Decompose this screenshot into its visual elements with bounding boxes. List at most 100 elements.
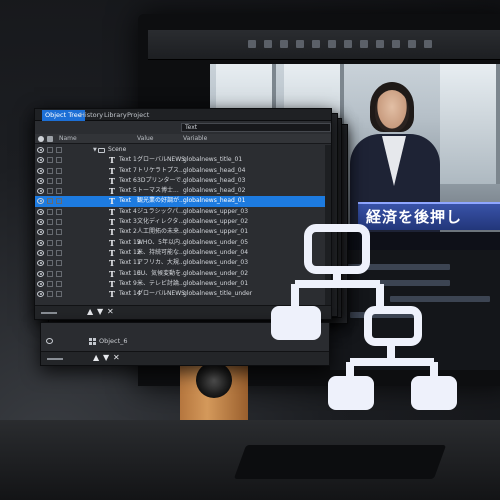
checkbox-icon[interactable] (56, 208, 62, 215)
tree-row[interactable]: T Text 1 グローバルNEWS globalnews_title_01 (35, 155, 325, 165)
lock-icon[interactable] (47, 229, 53, 236)
checkbox-icon[interactable] (56, 177, 62, 184)
eye-icon[interactable] (37, 270, 44, 277)
lock-icon[interactable] (47, 270, 53, 277)
grid-icon (89, 338, 96, 345)
tree-row[interactable]: T Text 7 トリケラトプス... globalnews_head_04 (35, 166, 325, 176)
text-icon: T (109, 237, 115, 248)
row-variable: globalnews_title_under (183, 290, 253, 298)
lock-icon[interactable] (47, 136, 53, 142)
close-button[interactable]: ✕ (107, 307, 114, 316)
checkbox-icon[interactable] (56, 219, 62, 226)
row-variable: globalnews_under_04 (183, 248, 249, 256)
row-variable: globalnews_upper_01 (183, 228, 249, 236)
scene-label: Scene (108, 146, 127, 153)
column-variable[interactable]: Variable (183, 134, 207, 144)
eye-icon[interactable] (37, 147, 44, 153)
row-value: 米、持続可能な... (137, 248, 185, 256)
move-up-button[interactable]: ▲ (93, 353, 99, 362)
collapse-bar-icon[interactable] (47, 358, 63, 360)
text-icon: T (109, 227, 115, 238)
eye-icon[interactable] (46, 338, 53, 344)
eye-icon[interactable] (37, 291, 44, 298)
speaker-cone (196, 362, 232, 398)
folder-icon (98, 148, 105, 153)
eye-icon[interactable] (37, 188, 44, 195)
eye-icon[interactable] (37, 219, 44, 226)
eye-icon[interactable] (37, 229, 44, 236)
checkbox-icon[interactable] (56, 229, 62, 236)
eye-icon[interactable] (37, 249, 44, 256)
tree-row[interactable]: T Text 6 3Dプリンターで... globalnews_head_03 (35, 176, 325, 186)
row-variable: globalnews_head_01 (183, 197, 246, 205)
hierarchy-icon (271, 224, 457, 410)
eye-icon[interactable] (37, 157, 44, 164)
close-button[interactable]: ✕ (113, 353, 120, 362)
lock-icon[interactable] (47, 280, 53, 287)
row-value: 観光業の好調が... (137, 197, 185, 205)
lock-icon[interactable] (47, 167, 53, 174)
text-icon: T (109, 206, 115, 217)
lock-icon[interactable] (47, 260, 53, 267)
lock-icon[interactable] (47, 239, 53, 246)
lock-icon[interactable] (47, 177, 53, 184)
eye-icon[interactable] (37, 280, 44, 287)
move-down-button[interactable]: ▼ (103, 353, 109, 362)
row-value: 米、テレビ討論... (137, 279, 185, 287)
row-value: グローバルNEWS (137, 290, 185, 298)
lock-icon[interactable] (47, 147, 53, 153)
checkbox-icon[interactable] (56, 239, 62, 246)
tab-project[interactable]: Project (124, 110, 152, 121)
row-variable: globalnews_upper_02 (183, 218, 249, 226)
eye-icon[interactable] (37, 260, 44, 267)
checkbox-icon[interactable] (56, 280, 62, 287)
text-icon: T (109, 278, 115, 289)
checkbox-icon[interactable] (56, 188, 62, 195)
lock-icon[interactable] (47, 157, 53, 164)
checkbox-icon[interactable] (56, 260, 62, 267)
checkbox-icon[interactable] (56, 198, 62, 205)
lock-icon[interactable] (47, 198, 53, 205)
checkbox-icon[interactable] (56, 249, 62, 256)
row-value: トーマス博士... (137, 187, 179, 195)
eye-icon[interactable] (37, 167, 44, 174)
checkbox-icon[interactable] (56, 167, 62, 174)
row-value: グローバルNEWS (137, 156, 185, 164)
row-value: WHO、5年以内... (137, 238, 185, 246)
collapse-bar-icon[interactable] (41, 312, 57, 314)
tree-row-scene[interactable]: ▼ Scene (35, 145, 325, 155)
row-name: Text 1 (119, 156, 137, 164)
eye-icon[interactable] (37, 239, 44, 246)
column-name[interactable]: Name (59, 134, 77, 144)
lock-icon[interactable] (47, 291, 53, 298)
row-name: Text 5 (119, 187, 137, 195)
row-name: Text 3 (119, 218, 137, 226)
text-icon: T (109, 268, 115, 279)
checkbox-icon[interactable] (56, 147, 62, 153)
eye-icon[interactable] (37, 208, 44, 215)
row-variable: globalnews_head_03 (183, 176, 246, 184)
row-name: Text 4 (119, 207, 137, 215)
eye-icon[interactable] (38, 136, 44, 142)
lock-icon[interactable] (47, 208, 53, 215)
checkbox-icon[interactable] (56, 157, 62, 164)
lock-icon[interactable] (47, 219, 53, 226)
eye-icon[interactable] (37, 177, 44, 184)
tree-row[interactable]: T Text 5 トーマス博士... globalnews_head_02 (35, 186, 325, 196)
column-value[interactable]: Value (137, 134, 153, 144)
row-value: EU、気候変動を... (137, 269, 185, 277)
eye-icon[interactable] (37, 198, 44, 205)
move-down-button[interactable]: ▼ (97, 307, 103, 316)
row-name: Text 7 (119, 166, 137, 174)
tree-row[interactable]: T Text 4 ジュラシックパ... globalnews_upper_03 (35, 207, 325, 217)
search-input[interactable]: Text (181, 123, 331, 132)
lock-icon[interactable] (47, 249, 53, 256)
text-icon: T (109, 186, 115, 197)
checkbox-icon[interactable] (56, 291, 62, 298)
move-up-button[interactable]: ▲ (87, 307, 93, 316)
row-name: Text (119, 197, 132, 205)
expand-triangle-icon[interactable]: ▼ (93, 145, 97, 155)
lock-icon[interactable] (47, 188, 53, 195)
checkbox-icon[interactable] (56, 270, 62, 277)
tree-row[interactable]: T Text 観光業の好調が... globalnews_head_01 (35, 196, 325, 207)
